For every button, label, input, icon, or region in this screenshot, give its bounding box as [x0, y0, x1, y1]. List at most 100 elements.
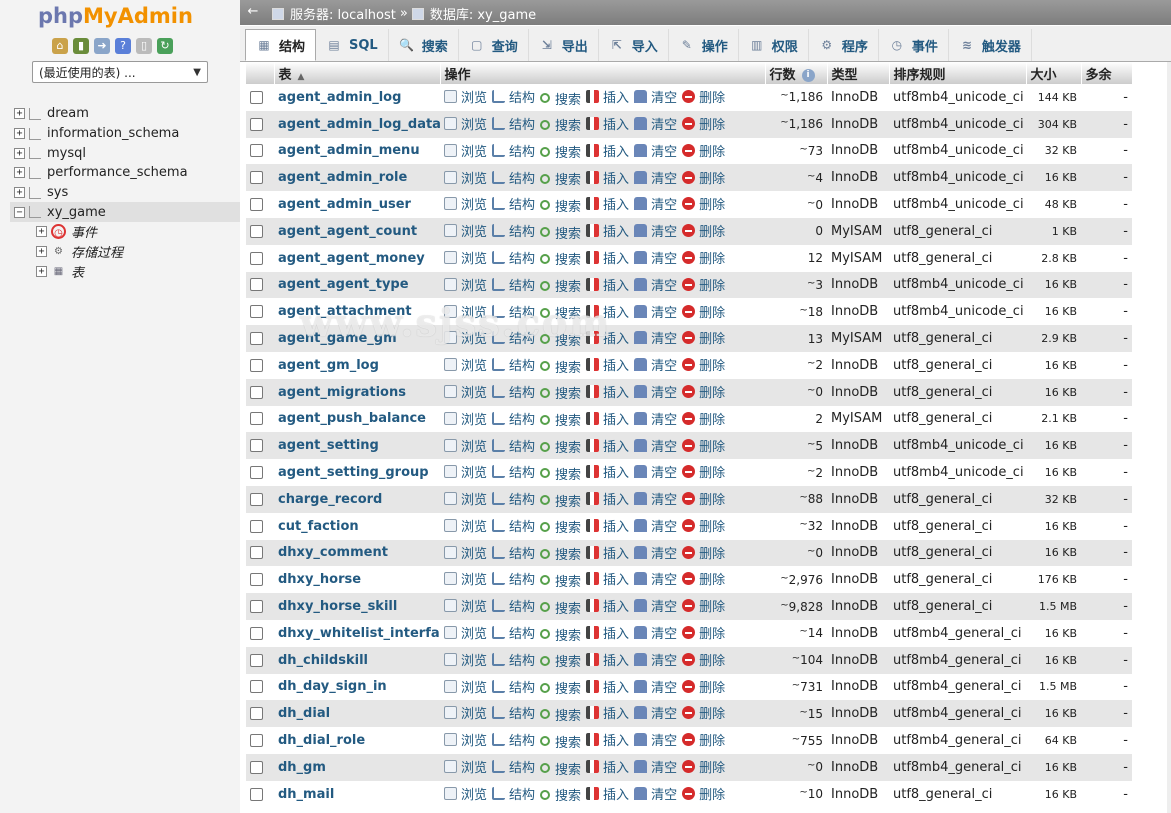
row-checkbox[interactable]	[250, 519, 263, 533]
row-count[interactable]: 18	[799, 305, 823, 319]
row-count[interactable]: 104	[792, 653, 823, 667]
row-count[interactable]: 755	[792, 734, 823, 748]
size-link[interactable]: 16 KB	[1045, 439, 1077, 452]
empty-action[interactable]: 清空	[634, 757, 677, 776]
table-name-link[interactable]: cut_faction	[278, 519, 359, 534]
row-checkbox[interactable]	[250, 224, 263, 238]
tree-db-dream[interactable]: + dream	[10, 104, 240, 124]
drop-action[interactable]: 删除	[682, 221, 725, 240]
expand-icon[interactable]: +	[14, 108, 25, 120]
empty-action[interactable]: 清空	[634, 194, 677, 213]
drop-action[interactable]: 删除	[682, 730, 725, 749]
back-arrow-icon[interactable]: ←	[244, 3, 262, 21]
structure-action[interactable]: 结构	[492, 248, 535, 267]
insert-action[interactable]: 插入	[586, 757, 629, 776]
browse-action[interactable]: 浏览	[444, 141, 487, 160]
browse-action[interactable]: 浏览	[444, 248, 487, 267]
size-link[interactable]: 16 KB	[1045, 707, 1077, 720]
empty-action[interactable]: 清空	[634, 302, 677, 321]
row-count[interactable]: 3	[807, 278, 823, 292]
browse-action[interactable]: 浏览	[444, 302, 487, 321]
structure-action[interactable]: 结构	[492, 221, 535, 240]
empty-action[interactable]: 清空	[634, 168, 677, 187]
drop-action[interactable]: 删除	[682, 703, 725, 722]
browse-action[interactable]: 浏览	[444, 87, 487, 106]
search-action[interactable]: 搜索	[540, 491, 581, 510]
size-link[interactable]: 16 KB	[1045, 359, 1077, 372]
drop-action[interactable]: 删除	[682, 677, 725, 696]
empty-action[interactable]: 清空	[634, 141, 677, 160]
drop-action[interactable]: 删除	[682, 194, 725, 213]
row-checkbox[interactable]	[250, 492, 263, 506]
size-link[interactable]: 16 KB	[1045, 466, 1077, 479]
size-link[interactable]: 2.8 KB	[1041, 252, 1077, 265]
row-checkbox[interactable]	[250, 760, 263, 774]
empty-action[interactable]: 清空	[634, 650, 677, 669]
browse-action[interactable]: 浏览	[444, 596, 487, 615]
row-checkbox[interactable]	[250, 332, 263, 346]
insert-action[interactable]: 插入	[586, 382, 629, 401]
logout-icon[interactable]: ▮	[73, 38, 89, 54]
drop-action[interactable]: 删除	[682, 114, 725, 133]
structure-action[interactable]: 结构	[492, 730, 535, 749]
table-name-link[interactable]: agent_agent_type	[278, 277, 409, 292]
row-checkbox[interactable]	[250, 171, 263, 185]
insert-action[interactable]: 插入	[586, 462, 629, 481]
table-name-link[interactable]: dh_day_sign_in	[278, 679, 387, 694]
tab-routines[interactable]: ⚙ 程序	[809, 29, 879, 61]
recent-tables-select[interactable]: (最近使用的表) ... ▼	[32, 61, 208, 83]
size-link[interactable]: 32 KB	[1045, 144, 1077, 157]
table-name-link[interactable]: agent_attachment	[278, 304, 412, 319]
table-name-link[interactable]: dhxy_horse_skill	[278, 599, 397, 614]
phpmyadmin-logo[interactable]: phpMyAdmin	[38, 4, 193, 28]
expand-icon[interactable]: +	[36, 246, 47, 258]
size-link[interactable]: 16 KB	[1045, 627, 1077, 640]
browse-action[interactable]: 浏览	[444, 355, 487, 374]
empty-action[interactable]: 清空	[634, 382, 677, 401]
drop-action[interactable]: 删除	[682, 462, 725, 481]
structure-action[interactable]: 结构	[492, 784, 535, 803]
browse-action[interactable]: 浏览	[444, 677, 487, 696]
insert-action[interactable]: 插入	[586, 543, 629, 562]
search-action[interactable]: 搜索	[540, 651, 581, 670]
info-icon[interactable]: i	[801, 68, 815, 82]
row-count[interactable]: 10	[799, 787, 823, 801]
drop-action[interactable]: 删除	[682, 87, 725, 106]
structure-action[interactable]: 结构	[492, 623, 535, 642]
empty-action[interactable]: 清空	[634, 436, 677, 455]
browse-action[interactable]: 浏览	[444, 168, 487, 187]
insert-action[interactable]: 插入	[586, 516, 629, 535]
drop-action[interactable]: 删除	[682, 757, 725, 776]
row-count[interactable]: 2,976	[780, 573, 823, 587]
browse-action[interactable]: 浏览	[444, 569, 487, 588]
insert-action[interactable]: 插入	[586, 650, 629, 669]
row-checkbox[interactable]	[250, 198, 263, 212]
empty-action[interactable]: 清空	[634, 543, 677, 562]
row-checkbox[interactable]	[250, 707, 263, 721]
size-link[interactable]: 32 KB	[1045, 493, 1077, 506]
structure-action[interactable]: 结构	[492, 194, 535, 213]
search-action[interactable]: 搜索	[540, 437, 581, 456]
search-action[interactable]: 搜索	[540, 303, 581, 322]
tree-child-routines[interactable]: + ⚙ 存储过程	[10, 242, 240, 262]
search-action[interactable]: 搜索	[540, 115, 581, 134]
row-checkbox[interactable]	[250, 278, 263, 292]
drop-action[interactable]: 删除	[682, 569, 725, 588]
row-count[interactable]: 14	[799, 626, 823, 640]
table-name-link[interactable]: agent_admin_menu	[278, 143, 420, 158]
insert-action[interactable]: 插入	[586, 730, 629, 749]
search-action[interactable]: 搜索	[540, 330, 581, 349]
search-action[interactable]: 搜索	[540, 196, 581, 215]
structure-action[interactable]: 结构	[492, 489, 535, 508]
drop-action[interactable]: 删除	[682, 141, 725, 160]
tab-operations[interactable]: ✎ 操作	[669, 29, 739, 61]
browse-action[interactable]: 浏览	[444, 489, 487, 508]
row-checkbox[interactable]	[250, 734, 263, 748]
insert-action[interactable]: 插入	[586, 677, 629, 696]
size-link[interactable]: 176 KB	[1038, 573, 1077, 586]
size-link[interactable]: 64 KB	[1045, 734, 1077, 747]
row-count[interactable]: 731	[792, 680, 823, 694]
insert-action[interactable]: 插入	[586, 489, 629, 508]
drop-action[interactable]: 删除	[682, 650, 725, 669]
tab-query[interactable]: ▢ 查询	[459, 29, 529, 61]
